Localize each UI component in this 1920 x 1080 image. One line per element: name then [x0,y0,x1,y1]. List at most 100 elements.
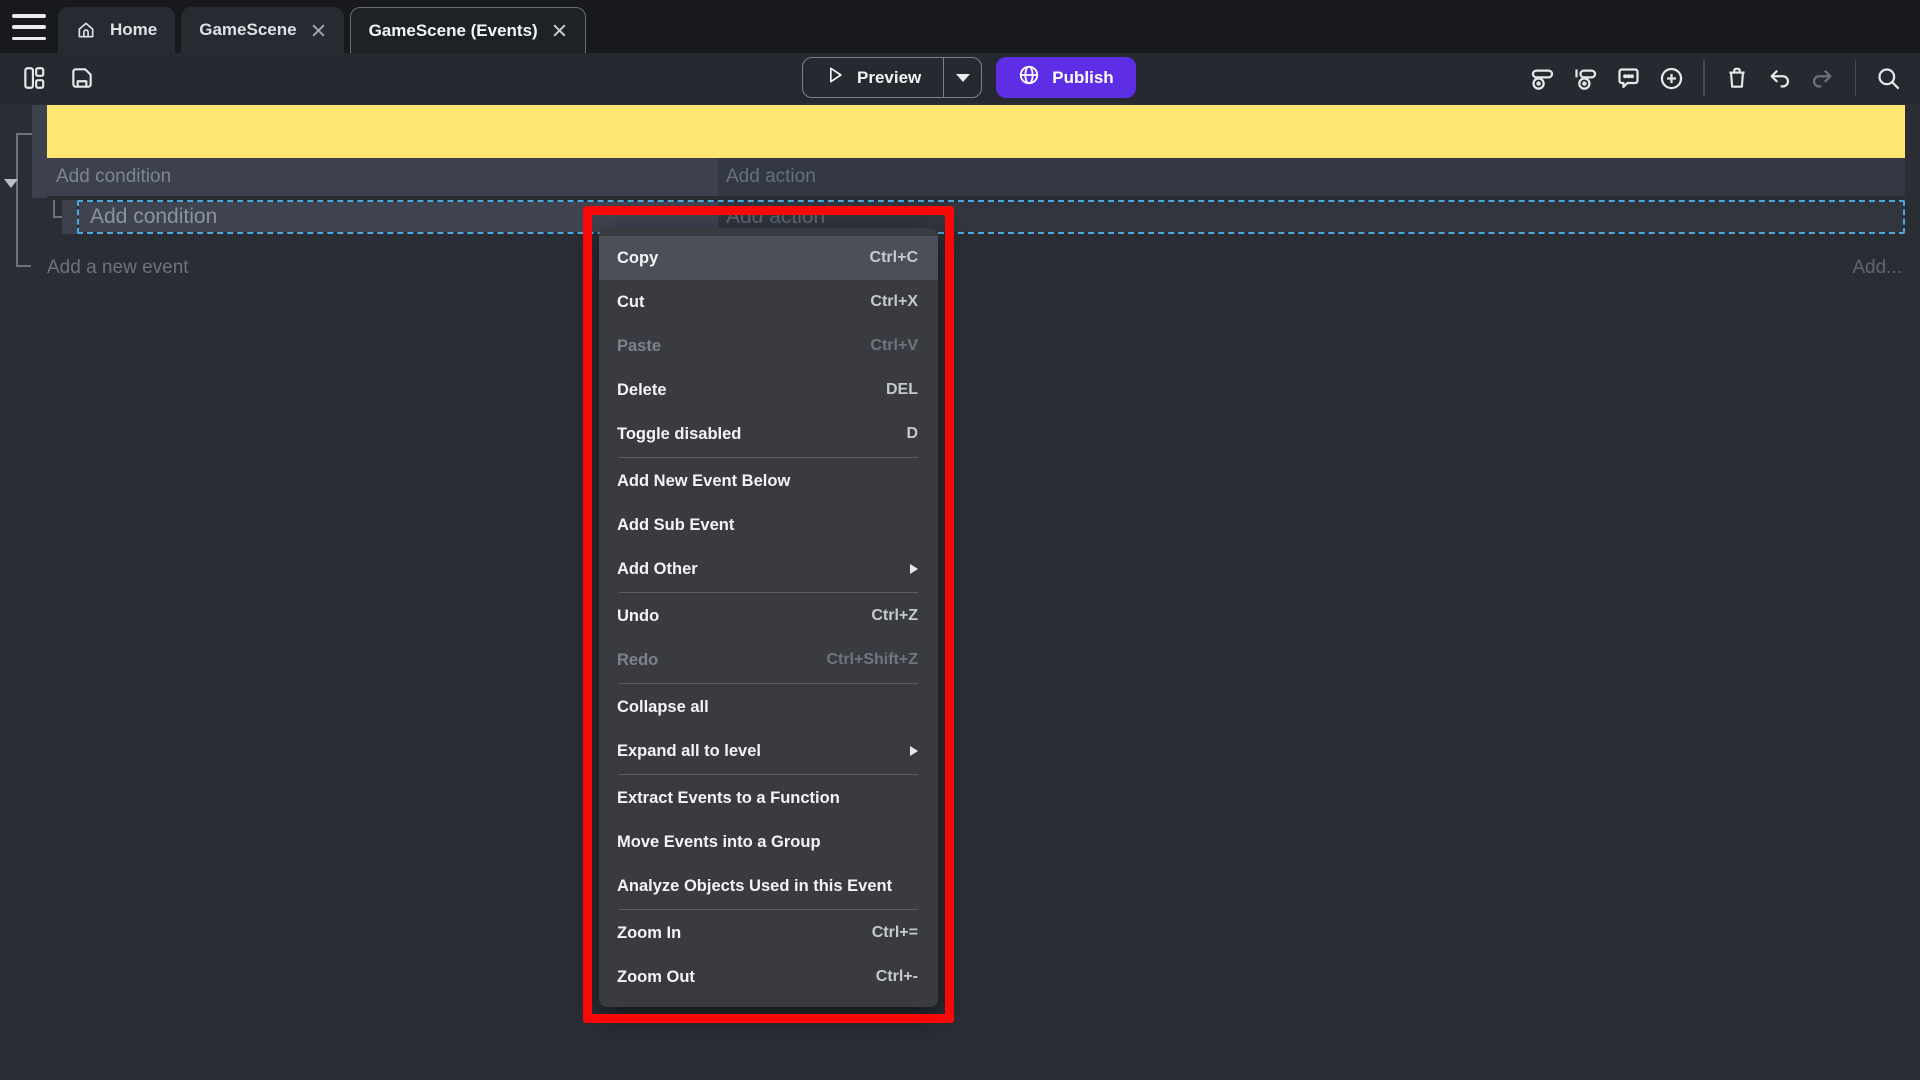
publish-button[interactable]: Publish [996,57,1135,98]
add-condition-cell[interactable]: Add condition [47,158,718,196]
publish-label: Publish [1052,68,1113,88]
menu-item-zoom-in[interactable]: Zoom In Ctrl+= [599,911,938,955]
context-menu: CopyCtrl+C Cut Ctrl+X Paste Ctrl+V Delete DEL T… [599,228,938,1007]
menu-item-delete[interactable]: Delete DEL [599,368,938,412]
menu-item-label: Zoom Out [617,968,695,987]
toolbar-separator [1703,60,1705,96]
tab-label: GameScene (Events) [369,21,538,41]
submenu-arrow-icon [910,564,918,574]
menu-item-label: Cut [617,293,645,312]
menu-item-add-sub-event[interactable]: Add Sub Event [599,503,938,547]
add-event-icon[interactable] [1524,60,1560,96]
preview-label: Preview [857,68,921,88]
menu-divider [619,457,918,458]
tab-gamescene-events[interactable]: GameScene (Events) [350,7,586,53]
add-sub-event-icon[interactable] [1567,60,1603,96]
preview-options-button[interactable] [943,58,981,97]
menu-divider [619,909,918,910]
menu-item-cut[interactable]: Cut Ctrl+X [599,280,938,324]
tab-home[interactable]: Home [58,7,175,53]
menu-item-shortcut: Ctrl+V [870,337,918,355]
panels-layout-icon[interactable] [16,60,52,96]
add-condition-label: Add condition [79,205,217,229]
menu-item-label: Copy [617,249,658,268]
add-action-label: Add action [718,166,816,188]
menu-item-add-other[interactable]: Add Other [599,547,938,591]
tree-connector [16,133,18,267]
menu-item-zoom-out[interactable]: Zoom Out Ctrl+- [599,955,938,999]
tab-label: Home [110,20,157,40]
menu-item-label: Add Sub Event [617,516,734,535]
trash-icon[interactable] [1719,60,1755,96]
menu-item-undo[interactable]: Undo Ctrl+Z [599,594,938,638]
menu-item-label: Undo [617,607,659,626]
add-circle-icon[interactable] [1653,60,1689,96]
preview-split-button: Preview [802,57,982,98]
menu-item-analyze-objects-used-in-this-event[interactable]: Analyze Objects Used in this Event [599,864,938,908]
chevron-down-icon [956,74,970,82]
event-drag-handle[interactable] [32,105,47,198]
collapse-event-arrow-icon[interactable] [4,179,18,188]
menu-item-expand-all-to-level[interactable]: Expand all to level [599,729,938,773]
add-button[interactable]: Add... [1852,253,1902,283]
add-action-label: Add action [718,205,825,229]
sub-event-row-selected: Add condition Add action [77,200,1905,234]
save-icon[interactable] [64,60,100,96]
menu-item-label: Redo [617,651,658,670]
menu-divider [619,592,918,593]
menu-item-shortcut: Ctrl+- [876,968,918,986]
toolbar-separator [1855,60,1857,96]
context-menu-items: CopyCtrl+C Cut Ctrl+X Paste Ctrl+V Delete DEL T… [599,236,938,999]
home-icon [76,20,96,40]
menu-item-label: Move Events into a Group [617,833,821,852]
menu-item-shortcut: Ctrl+Shift+Z [826,651,918,669]
redo-icon[interactable] [1805,60,1841,96]
menu-item-shortcut: D [906,425,918,443]
close-icon[interactable] [311,23,326,38]
add-comment-icon[interactable] [1610,60,1646,96]
menu-item-redo: Redo Ctrl+Shift+Z [599,638,938,682]
tab-gamescene[interactable]: GameScene [181,7,343,53]
hamburger-menu-icon[interactable] [12,14,46,40]
event-row: Add condition Add action [47,158,1905,196]
play-icon [825,65,845,90]
menu-item-label: Zoom In [617,924,681,943]
menu-item-label: Expand all to level [617,742,761,761]
menu-divider [619,683,918,684]
menu-item-shortcut: DEL [886,381,918,399]
menu-item-label: Toggle disabled [617,425,741,444]
menu-item-shortcut: Ctrl+Z [871,607,918,625]
menu-item-label: Paste [617,337,661,356]
tree-connector [16,133,32,135]
sub-event-drag-handle[interactable] [62,200,77,234]
search-icon[interactable] [1870,60,1906,96]
menu-item-add-new-event-below[interactable]: Add New Event Below [599,459,938,503]
toolbar: Preview Publish [0,53,1920,103]
menu-item-shortcut: Ctrl+= [872,924,918,942]
add-action-cell[interactable]: Add action [718,158,1905,196]
menu-divider [619,774,918,775]
tab-label: GameScene [199,20,296,40]
events-sheet: Add condition Add action Add condition A… [0,103,1920,1080]
tree-connector [16,265,31,267]
menu-item-paste: Paste Ctrl+V [599,324,938,368]
add-new-event-button[interactable]: Add a new event [47,253,189,283]
comment-event[interactable] [47,105,1905,158]
menu-item-label: Add New Event Below [617,472,790,491]
menu-item-shortcut: Ctrl+X [870,293,918,311]
preview-button[interactable]: Preview [803,58,943,97]
menu-item-move-events-into-a-group[interactable]: Move Events into a Group [599,820,938,864]
undo-icon[interactable] [1762,60,1798,96]
menu-item-label: Analyze Objects Used in this Event [617,877,892,896]
menu-item-label: Extract Events to a Function [617,789,840,808]
submenu-arrow-icon [910,746,918,756]
menu-item-extract-events-to-a-function[interactable]: Extract Events to a Function [599,776,938,820]
add-condition-label: Add condition [47,166,171,188]
close-icon[interactable] [552,23,567,38]
menu-item-label: Delete [617,381,667,400]
menu-item-collapse-all[interactable]: Collapse all [599,685,938,729]
tab-bar: Home GameScene GameScene (Events) [0,0,1920,53]
menu-item-copy[interactable]: CopyCtrl+C [599,236,938,280]
globe-icon [1018,64,1040,91]
menu-item-toggle-disabled[interactable]: Toggle disabled D [599,412,938,456]
